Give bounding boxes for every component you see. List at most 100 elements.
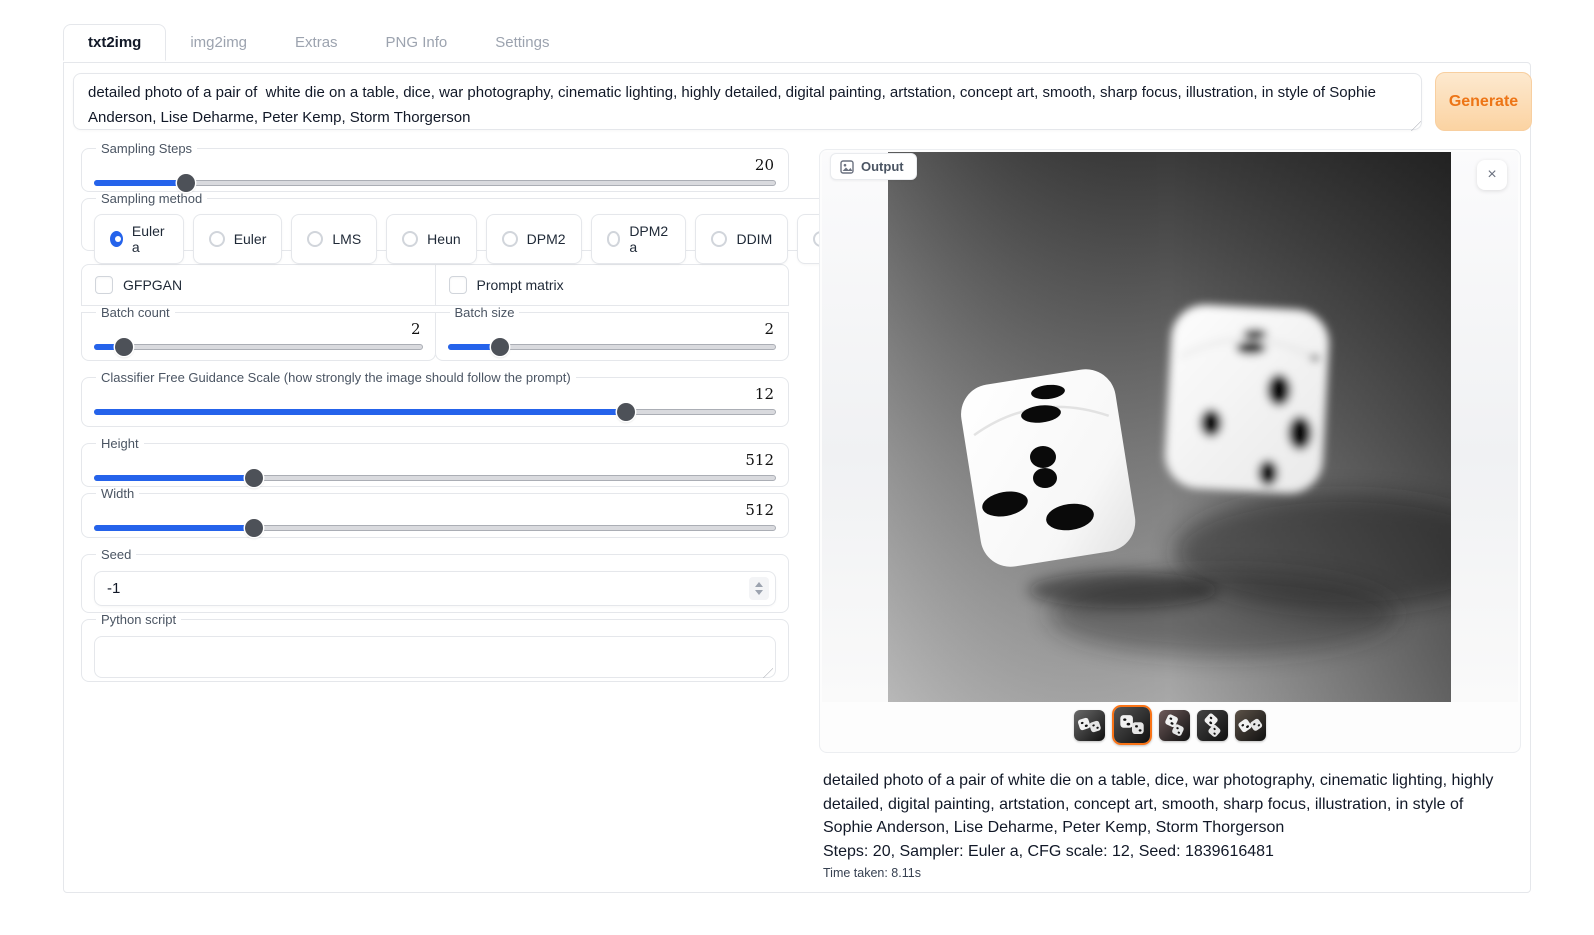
tab-extras[interactable]: Extras <box>271 25 362 60</box>
caption-time: Time taken: 8.11s <box>823 866 1515 880</box>
cfg-scale-slider[interactable] <box>94 403 776 421</box>
parameters-column: Sampling Steps 20 Sampling method Euler … <box>81 141 789 695</box>
sampling-method-options: Euler aEulerLMSHeunDPM2DPM2 aDDIMPLMS <box>94 214 892 264</box>
tab-content: detailed photo of a pair of white die on… <box>63 62 1531 893</box>
image-icon <box>840 160 854 174</box>
thumbnail-1[interactable] <box>1074 710 1105 741</box>
batch-size-value: 2 <box>764 320 774 338</box>
height-label: Height <box>96 436 144 451</box>
cfg-scale-field: Classifier Free Guidance Scale (how stro… <box>81 370 789 427</box>
radio-icon[interactable] <box>402 231 418 247</box>
prompt-input[interactable]: detailed photo of a pair of white die on… <box>73 73 1422 130</box>
radio-icon[interactable] <box>110 231 123 247</box>
checkbox-icon[interactable] <box>449 276 467 294</box>
radio-ddim[interactable]: DDIM <box>695 214 788 264</box>
checkbox-panel: GFPGAN Prompt matrix <box>81 264 789 306</box>
tab-settings[interactable]: Settings <box>471 25 573 60</box>
slider-thumb[interactable] <box>245 469 263 487</box>
batch-count-label: Batch count <box>96 305 175 320</box>
radio-label: Euler <box>234 231 267 247</box>
thumbnail-strip <box>820 705 1520 745</box>
radio-lms[interactable]: LMS <box>291 214 377 264</box>
radio-dpm2-a[interactable]: DPM2 a <box>591 214 687 264</box>
batch-row: Batch count 2 Batch size 2 <box>81 305 789 361</box>
height-value: 512 <box>745 451 774 469</box>
radio-icon[interactable] <box>711 231 727 247</box>
seed-input[interactable] <box>94 571 776 606</box>
gallery-left-pad <box>822 152 888 702</box>
tab-png-info[interactable]: PNG Info <box>362 25 472 60</box>
cfg-scale-value: 12 <box>755 385 774 403</box>
radio-label: Heun <box>427 231 460 247</box>
width-slider[interactable] <box>94 519 776 537</box>
radio-icon[interactable] <box>502 231 518 247</box>
slider-thumb[interactable] <box>177 174 195 192</box>
radio-euler[interactable]: Euler <box>193 214 283 264</box>
thumbnail-5[interactable] <box>1235 710 1266 741</box>
radio-dpm2[interactable]: DPM2 <box>486 214 582 264</box>
batch-count-slider[interactable] <box>94 338 423 356</box>
output-label-chip: Output <box>830 153 917 180</box>
thumbnail-3[interactable] <box>1159 710 1190 741</box>
radio-label: Euler a <box>132 223 168 255</box>
thumbnail-4[interactable] <box>1197 710 1228 741</box>
height-field: Height 512 <box>81 436 789 487</box>
thumbnail-2[interactable] <box>1112 705 1152 745</box>
prompt-matrix-label: Prompt matrix <box>477 277 564 293</box>
batch-size-slider[interactable] <box>448 338 777 356</box>
radio-euler-a[interactable]: Euler a <box>94 214 184 264</box>
sampling-steps-field: Sampling Steps 20 <box>81 141 789 192</box>
batch-size-field: Batch size 2 <box>435 305 790 361</box>
output-image[interactable] <box>888 152 1451 702</box>
radio-label: DPM2 a <box>629 223 670 255</box>
generate-button[interactable]: Generate <box>1435 72 1532 131</box>
slider-thumb[interactable] <box>491 338 509 356</box>
radio-icon[interactable] <box>607 231 621 247</box>
seed-spinner[interactable] <box>749 577 769 600</box>
width-field: Width 512 <box>81 486 789 538</box>
gfpgan-label: GFPGAN <box>123 277 182 293</box>
tab-txt2img[interactable]: txt2img <box>63 24 166 61</box>
sampling-method-label: Sampling method <box>96 191 207 206</box>
prompt-matrix-checkbox[interactable]: Prompt matrix <box>435 265 789 305</box>
checkbox-icon[interactable] <box>95 276 113 294</box>
radio-label: DPM2 <box>527 231 566 247</box>
close-icon[interactable]: × <box>1477 160 1507 190</box>
output-panel: Output × <box>819 149 1521 753</box>
slider-thumb[interactable] <box>245 519 263 537</box>
seed-script-group: Seed Python script <box>81 547 789 682</box>
cfg-group: Classifier Free Guidance Scale (how stro… <box>81 370 789 427</box>
python-script-field: Python script <box>81 612 789 682</box>
seed-field: Seed <box>81 547 789 613</box>
radio-icon[interactable] <box>209 231 225 247</box>
slider-thumb[interactable] <box>617 403 635 421</box>
size-group: Height 512 Width 512 <box>81 436 789 538</box>
sampling-group: Sampling Steps 20 Sampling method Euler … <box>81 141 789 251</box>
height-slider[interactable] <box>94 469 776 487</box>
radio-heun[interactable]: Heun <box>386 214 476 264</box>
cfg-scale-label: Classifier Free Guidance Scale (how stro… <box>96 370 576 385</box>
gallery-right-pad <box>1450 152 1518 702</box>
sampling-steps-label: Sampling Steps <box>96 141 197 156</box>
spinner-up-icon[interactable] <box>755 582 763 587</box>
sampling-steps-slider[interactable] <box>94 174 776 192</box>
slider-thumb[interactable] <box>115 338 133 356</box>
sampling-method-field: Sampling method Euler aEulerLMSHeunDPM2D… <box>81 191 905 251</box>
app-page: txt2img img2img Extras PNG Info Settings… <box>0 0 1594 935</box>
output-caption: detailed photo of a pair of white die on… <box>823 769 1515 880</box>
output-label: Output <box>861 159 904 174</box>
gfpgan-checkbox[interactable]: GFPGAN <box>82 265 435 305</box>
flags-batch-group: GFPGAN Prompt matrix Batch count 2 <box>81 264 789 361</box>
caption-params: Steps: 20, Sampler: Euler a, CFG scale: … <box>823 840 1515 864</box>
python-script-label: Python script <box>96 612 181 627</box>
spinner-down-icon[interactable] <box>755 590 763 595</box>
radio-icon[interactable] <box>307 231 323 247</box>
batch-count-field: Batch count 2 <box>81 305 436 361</box>
batch-size-label: Batch size <box>450 305 520 320</box>
batch-count-value: 2 <box>411 320 421 338</box>
width-value: 512 <box>745 501 774 519</box>
python-script-input[interactable] <box>94 636 776 678</box>
tab-bar: txt2img img2img Extras PNG Info Settings <box>63 24 573 60</box>
seed-label: Seed <box>96 547 136 562</box>
tab-img2img[interactable]: img2img <box>166 25 271 60</box>
